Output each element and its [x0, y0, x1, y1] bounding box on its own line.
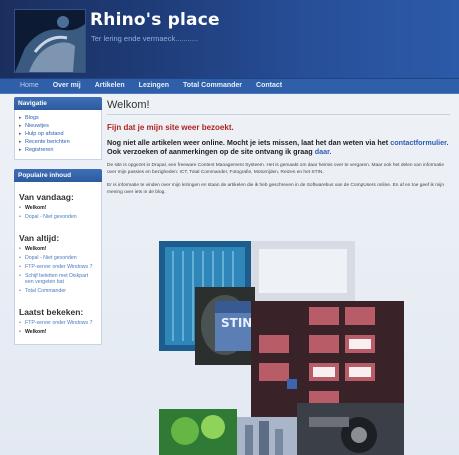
- navigation-list: Blogs Nieuwtjes Hulp op afstand Recente …: [19, 115, 97, 153]
- stin-logo-text: STIN: [221, 316, 252, 330]
- popular-block-title: Populaire inhoud: [14, 169, 102, 182]
- nav-link-recent[interactable]: Recente berichten: [19, 139, 97, 145]
- photo-collage: STIN: [159, 241, 404, 455]
- nav-list: Home Over mij Artikelen Lezingen Total C…: [0, 79, 459, 93]
- alltime-item[interactable]: Total Commander: [19, 288, 97, 295]
- alltime-item[interactable]: Dopal - Niet gevonden: [19, 255, 97, 262]
- popular-block: Van vandaag: Welkom! Dopal - Niet gevond…: [14, 182, 102, 345]
- nav-link-blogs[interactable]: Blogs: [19, 115, 97, 121]
- nav-item-lezingen[interactable]: Lezingen: [139, 79, 169, 93]
- alltime-item[interactable]: Schijf beletten met Diskpart een vergete…: [19, 273, 97, 286]
- nav-item-total-commander[interactable]: Total Commander: [183, 79, 242, 93]
- alltime-heading: Van altijd:: [19, 232, 60, 243]
- alltime-item[interactable]: FTP-server onder Windows 7: [19, 264, 97, 271]
- title-divider: [107, 114, 450, 115]
- site-slogan: Ter lering ende vermaeck...........: [91, 34, 199, 43]
- page-title: Welkom!: [107, 99, 150, 111]
- nav-item-contact[interactable]: Contact: [256, 79, 282, 93]
- nav-link-hulp[interactable]: Hulp op afstand: [19, 131, 97, 137]
- today-item[interactable]: Welkom!: [19, 205, 97, 212]
- info-paragraph: Er is informatie te vinden over mijn lez…: [107, 182, 445, 195]
- alltime-list: Welkom! Dopal - Niet gevonden FTP-server…: [19, 246, 97, 295]
- main-content: Welkom! Fijn dat je mijn site weer bezoe…: [107, 97, 450, 455]
- today-list: Welkom! Dopal - Niet gevonden: [19, 205, 97, 221]
- navigation-block-title: Navigatie: [14, 97, 102, 110]
- here-link[interactable]: daar.: [315, 147, 332, 156]
- welcome-message: Fijn dat je mijn site weer bezoekt.: [107, 123, 234, 132]
- site-title[interactable]: Rhino's place: [90, 10, 220, 30]
- nav-item-artikelen[interactable]: Artikelen: [95, 79, 125, 93]
- nav-item-home[interactable]: Home: [20, 79, 39, 93]
- recent-item[interactable]: Welkom!: [19, 329, 97, 336]
- site-logo[interactable]: [14, 9, 86, 73]
- page: Rhino's place Ter lering ende vermaeck..…: [0, 0, 459, 455]
- recent-heading: Laatst bekeken:: [19, 306, 84, 317]
- today-item[interactable]: Dopal - Niet gevonden: [19, 214, 97, 221]
- sidebar: Navigatie Blogs Nieuwtjes Hulp op afstan…: [14, 97, 102, 455]
- today-heading: Van vandaag:: [19, 192, 74, 202]
- main-navigation: Home Over mij Artikelen Lezingen Total C…: [0, 78, 459, 94]
- recent-item[interactable]: FTP-server onder Windows 7: [19, 320, 97, 327]
- nav-link-registreren[interactable]: Registreren: [19, 147, 97, 153]
- recent-list: FTP-server onder Windows 7 Welkom!: [19, 320, 97, 336]
- feedback-text: Ook verzoeken of aanmerkingen op de site…: [107, 147, 450, 156]
- navigation-block: Blogs Nieuwtjes Hulp op afstand Recente …: [14, 110, 102, 160]
- notice-text: Nog niet alle artikelen weer online. Moc…: [107, 138, 450, 147]
- about-paragraph: De site is opgezet in Drupal, een freewa…: [107, 162, 445, 175]
- nav-link-nieuwtjes[interactable]: Nieuwtjes: [19, 123, 97, 129]
- notice-text-line: Nog niet alle artikelen weer online. Moc…: [107, 138, 389, 147]
- feedback-text-line: Ook verzoeken of aanmerkingen op de site…: [107, 147, 313, 157]
- collage-graphic: STIN: [159, 241, 404, 455]
- alltime-item[interactable]: Welkom!: [19, 246, 97, 253]
- contact-form-link[interactable]: contactformulier.: [390, 138, 448, 147]
- site-header: Rhino's place Ter lering ende vermaeck..…: [0, 0, 459, 78]
- nav-item-over-mij[interactable]: Over mij: [53, 79, 81, 93]
